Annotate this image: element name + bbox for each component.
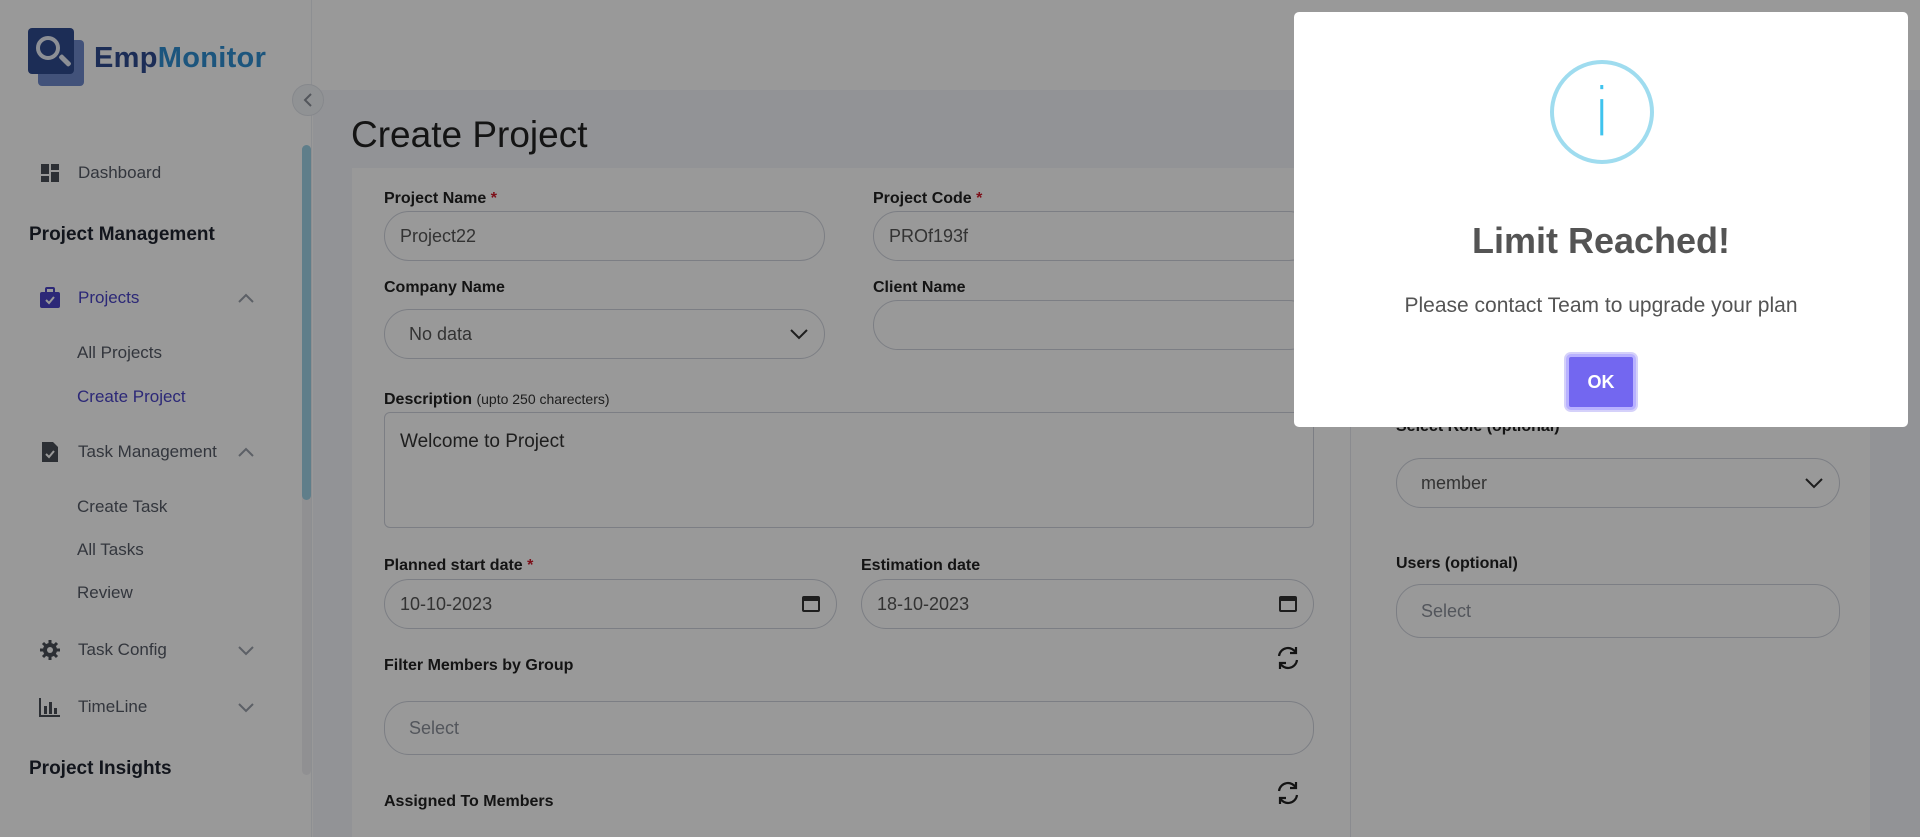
dialog-title: Limit Reached! (1471, 220, 1731, 261)
limit-reached-dialog: i Limit Reached! Please contact Team to … (1294, 12, 1908, 427)
dialog-message: Please contact Team to upgrade your plan (1404, 294, 1798, 317)
info-icon: i (1550, 60, 1654, 164)
ok-button[interactable]: OK (1566, 354, 1636, 410)
